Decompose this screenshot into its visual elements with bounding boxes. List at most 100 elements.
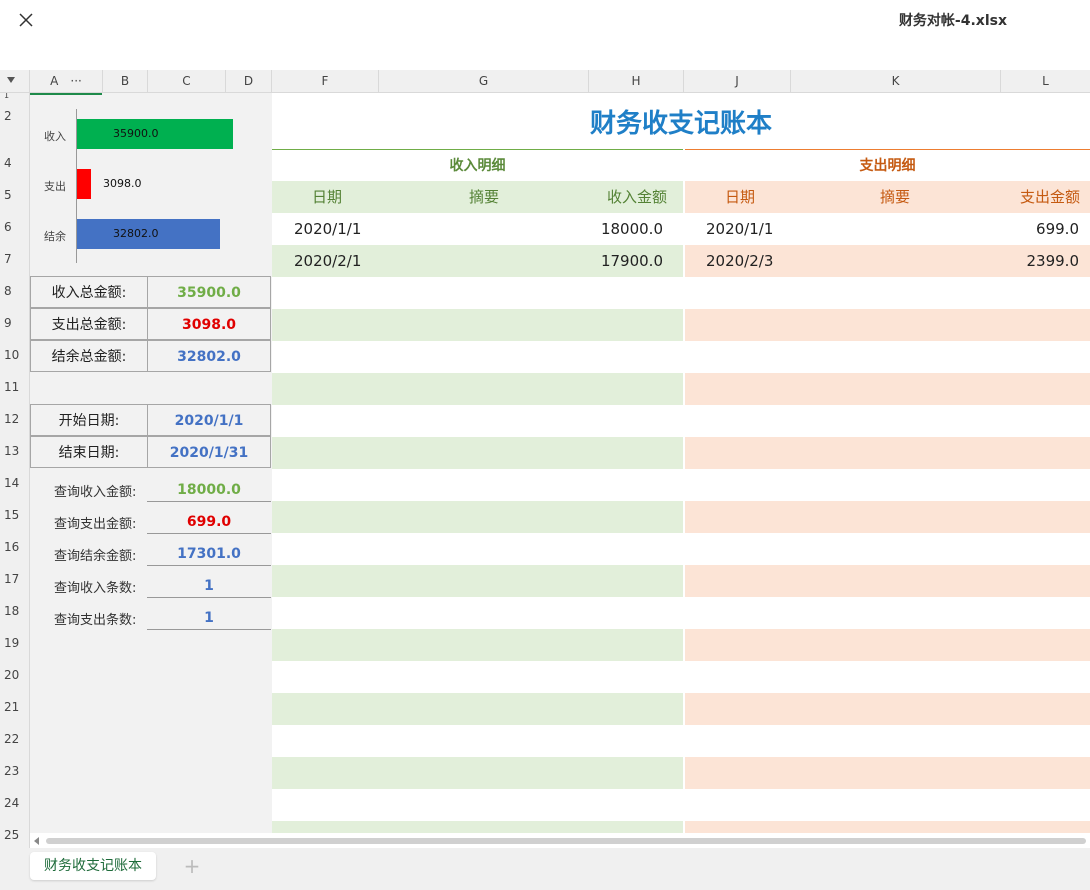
row-header[interactable]: 6 <box>0 220 29 236</box>
row-header[interactable]: 10 <box>0 348 29 364</box>
column-header-J[interactable]: J <box>684 70 791 93</box>
expense-amount-header[interactable]: 支出金额 <box>1020 181 1080 213</box>
row-header[interactable]: 12 <box>0 412 29 428</box>
scroll-thumb[interactable] <box>46 838 1086 844</box>
table-row[interactable] <box>272 661 683 693</box>
row-header[interactable]: 5 <box>0 188 29 204</box>
expense-summary-header[interactable]: 摘要 <box>880 181 910 213</box>
row-header[interactable]: 8 <box>0 284 29 300</box>
column-header-H[interactable]: H <box>589 70 684 93</box>
expense-section-title[interactable]: 支出明细 <box>685 149 1090 182</box>
table-row[interactable] <box>685 469 1090 501</box>
query-income-value[interactable]: 18000.0 <box>147 478 271 502</box>
table-row[interactable] <box>272 725 683 757</box>
row-header[interactable]: 22 <box>0 732 29 748</box>
query-expense-count-value[interactable]: 1 <box>147 606 271 630</box>
table-row[interactable] <box>272 277 683 309</box>
column-header-F[interactable]: F <box>272 70 379 93</box>
query-expense-value[interactable]: 699.0 <box>147 510 271 534</box>
add-sheet-icon[interactable]: + <box>182 852 202 880</box>
query-balance-value[interactable]: 17301.0 <box>147 542 271 566</box>
row-header[interactable]: 19 <box>0 636 29 652</box>
row-header[interactable]: 17 <box>0 572 29 588</box>
table-row[interactable] <box>685 309 1090 341</box>
close-icon[interactable] <box>14 8 38 32</box>
table-row[interactable] <box>685 789 1090 821</box>
expense-date-header[interactable]: 日期 <box>725 181 755 213</box>
column-header-B[interactable]: B <box>103 70 148 93</box>
row-header[interactable]: 2 <box>0 109 29 133</box>
start-date-value[interactable]: 2020/1/1 <box>147 404 271 436</box>
row-header[interactable]: 14 <box>0 476 29 492</box>
column-header-L[interactable]: L <box>1001 70 1090 93</box>
table-row[interactable] <box>272 821 683 833</box>
table-row[interactable] <box>272 757 683 789</box>
table-row[interactable]: 2020/1/1 18000.0 <box>272 213 683 245</box>
income-amount-cell[interactable]: 17900.0 <box>601 245 663 277</box>
income-amount-header[interactable]: 收入金额 <box>607 181 667 213</box>
income-total-value[interactable]: 35900.0 <box>147 276 271 308</box>
table-row[interactable] <box>272 597 683 629</box>
row-header[interactable]: 9 <box>0 316 29 332</box>
expense-amount-cell[interactable]: 2399.0 <box>1027 245 1080 277</box>
table-row[interactable] <box>685 405 1090 437</box>
tab-sheet-1[interactable]: 财务收支记账本 <box>30 852 156 880</box>
table-row[interactable]: 2020/1/1 699.0 <box>685 213 1090 245</box>
row-header[interactable]: 21 <box>0 700 29 716</box>
row-header[interactable]: 1 <box>0 93 29 100</box>
row-header[interactable]: 25 <box>0 828 29 844</box>
column-header-K[interactable]: K <box>791 70 1001 93</box>
column-header-C[interactable]: C <box>148 70 226 93</box>
chart-bar[interactable] <box>77 169 91 199</box>
row-header[interactable]: 13 <box>0 444 29 460</box>
bar-chart[interactable]: 收入 35900.0 支出 3098.0 结余 32802.0 <box>30 101 272 271</box>
table-row[interactable] <box>685 693 1090 725</box>
income-summary-header[interactable]: 摘要 <box>469 181 499 213</box>
table-row[interactable] <box>685 277 1090 309</box>
query-income-count-value[interactable]: 1 <box>147 574 271 598</box>
expense-total-value[interactable]: 3098.0 <box>147 308 271 340</box>
income-date-cell[interactable]: 2020/1/1 <box>294 213 361 245</box>
table-row[interactable] <box>685 437 1090 469</box>
table-row[interactable] <box>272 469 683 501</box>
horizontal-scrollbar[interactable] <box>30 834 1090 848</box>
income-date-header[interactable]: 日期 <box>312 181 342 213</box>
income-date-cell[interactable]: 2020/2/1 <box>294 245 361 277</box>
balance-total-value[interactable]: 32802.0 <box>147 340 271 372</box>
column-header-A[interactable]: A ··· <box>30 70 103 93</box>
table-row[interactable] <box>272 309 683 341</box>
row-header[interactable]: 4 <box>0 156 29 172</box>
table-row[interactable]: 2020/2/3 2399.0 <box>685 245 1090 277</box>
expense-amount-cell[interactable]: 699.0 <box>1036 213 1079 245</box>
scroll-left-icon[interactable] <box>34 837 39 845</box>
table-row[interactable] <box>272 565 683 597</box>
table-row[interactable] <box>685 501 1090 533</box>
table-row[interactable] <box>272 533 683 565</box>
more-icon[interactable]: ··· <box>70 74 81 88</box>
table-row[interactable]: 2020/2/1 17900.0 <box>272 245 683 277</box>
table-row[interactable] <box>272 373 683 405</box>
expense-date-cell[interactable]: 2020/1/1 <box>706 213 773 245</box>
row-header[interactable]: 20 <box>0 668 29 684</box>
expense-date-cell[interactable]: 2020/2/3 <box>706 245 773 277</box>
row-header[interactable]: 15 <box>0 508 29 524</box>
row-header[interactable]: 16 <box>0 540 29 556</box>
table-row[interactable] <box>272 405 683 437</box>
table-row[interactable] <box>685 725 1090 757</box>
income-amount-cell[interactable]: 18000.0 <box>601 213 663 245</box>
income-section-title[interactable]: 收入明细 <box>272 149 683 182</box>
row-header[interactable]: 24 <box>0 796 29 812</box>
table-row[interactable] <box>272 437 683 469</box>
column-header-G[interactable]: G <box>379 70 589 93</box>
table-row[interactable] <box>685 757 1090 789</box>
row-header[interactable]: 23 <box>0 764 29 780</box>
table-row[interactable] <box>685 533 1090 565</box>
column-header-D[interactable]: D <box>226 70 272 93</box>
table-row[interactable] <box>685 821 1090 833</box>
select-all-corner[interactable] <box>0 70 30 93</box>
table-row[interactable] <box>272 789 683 821</box>
table-row[interactable] <box>272 341 683 373</box>
table-row[interactable] <box>685 341 1090 373</box>
table-row[interactable] <box>272 693 683 725</box>
table-row[interactable] <box>685 373 1090 405</box>
